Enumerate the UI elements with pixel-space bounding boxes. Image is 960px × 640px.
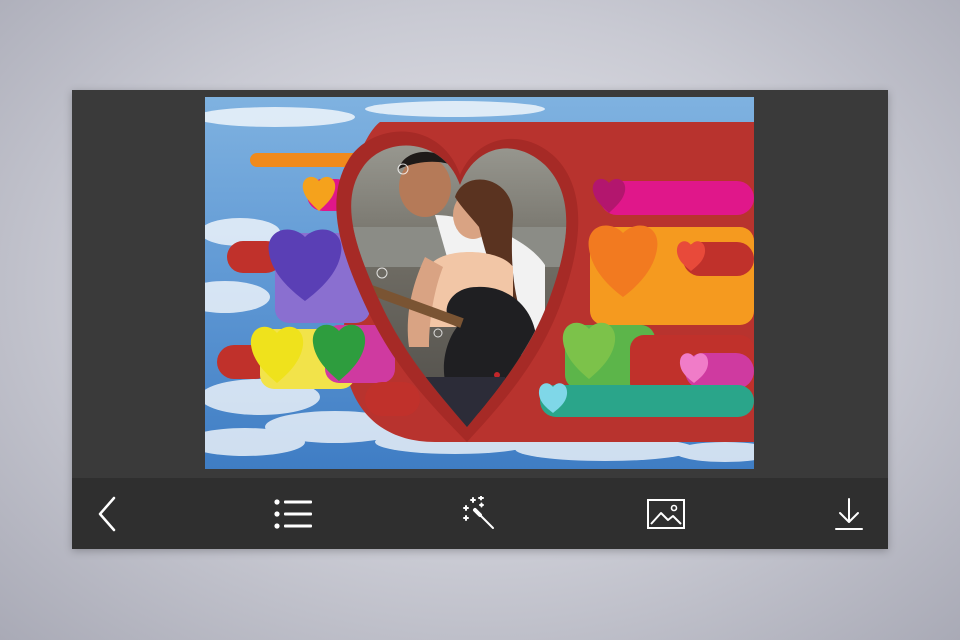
effects-button[interactable]: magic-wand-icon xyxy=(449,478,509,549)
photo-frame-canvas[interactable] xyxy=(205,97,754,469)
heart-frame-image xyxy=(205,97,754,469)
chevron-left-icon xyxy=(98,496,116,531)
save-button[interactable]: download-icon xyxy=(819,478,879,549)
list-icon xyxy=(274,498,312,529)
back-button[interactable]: chevron-left-icon xyxy=(78,478,138,549)
frames-list-button[interactable]: list-icon xyxy=(263,478,323,549)
magic-wand-icon xyxy=(463,495,494,529)
bottom-toolbar: chevron-left-icon list-icon magic-wand-i… xyxy=(72,478,888,549)
gallery-button[interactable]: image-icon xyxy=(636,478,696,549)
app-screen: chevron-left-icon list-icon magic-wand-i… xyxy=(72,90,888,549)
download-icon xyxy=(835,497,863,530)
image-icon xyxy=(647,498,685,529)
